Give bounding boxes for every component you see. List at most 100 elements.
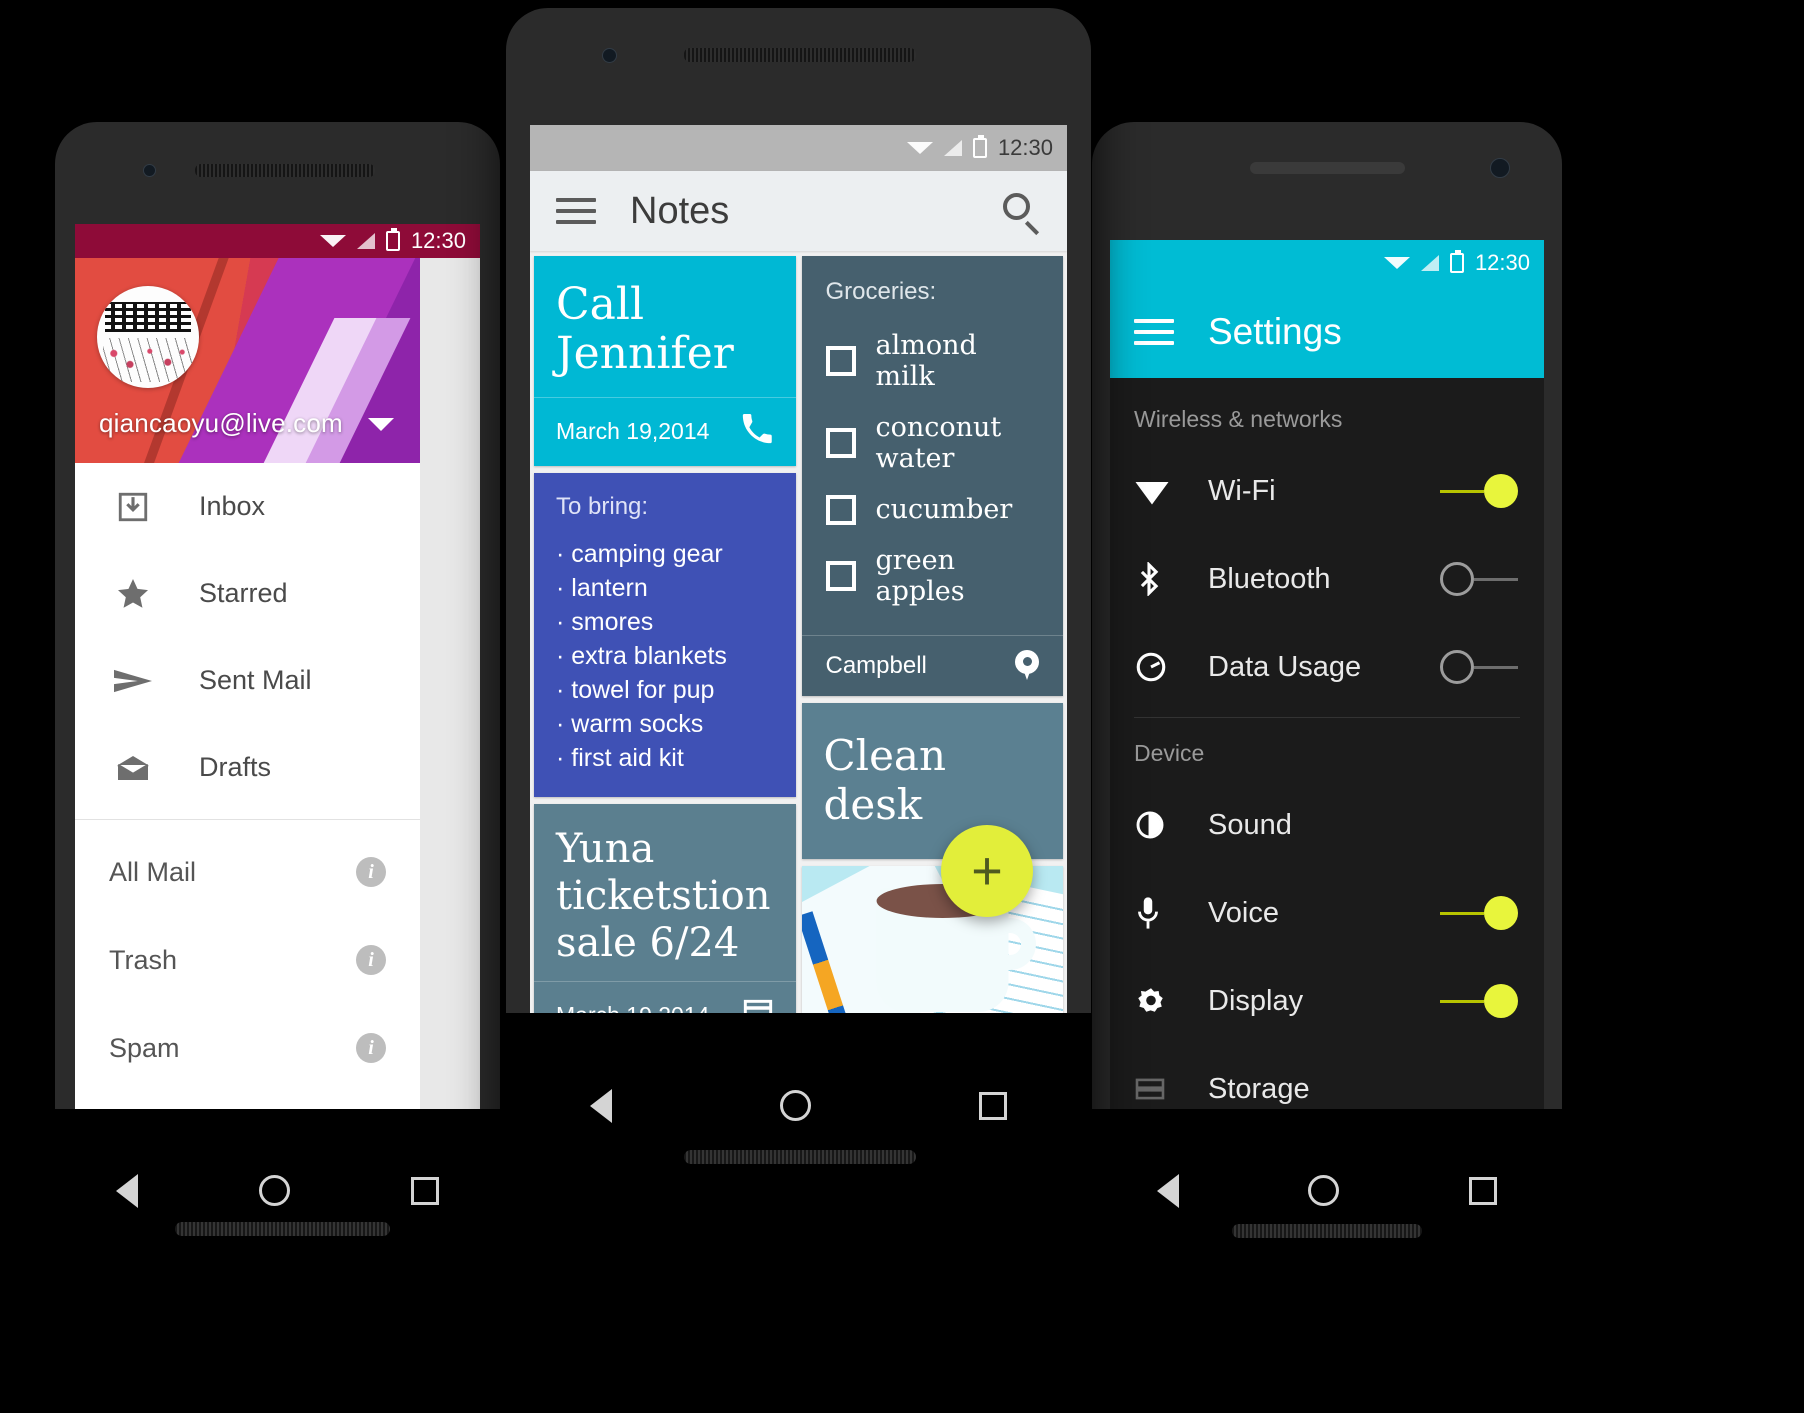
- gmail-drawer: qiancaoyu@live.com Inbox Starred Sent Ma…: [75, 258, 420, 1109]
- list-item-label: almond milk: [875, 330, 977, 392]
- toggle-display[interactable]: [1440, 984, 1518, 1018]
- list-item: · warm socks: [556, 709, 704, 738]
- place-pin-icon[interactable]: [1015, 650, 1039, 682]
- recents-icon[interactable]: [411, 1176, 440, 1205]
- info-icon[interactable]: i: [356, 945, 386, 975]
- search-icon[interactable]: [1001, 191, 1041, 236]
- front-camera: [602, 48, 617, 63]
- wifi-icon: [319, 235, 346, 247]
- toggle-bluetooth[interactable]: [1440, 562, 1518, 596]
- home-icon[interactable]: [1308, 1175, 1340, 1206]
- note-footer: March 19,2014: [534, 396, 796, 466]
- note-card-clean-desk[interactable]: Clean desk: [801, 703, 1063, 859]
- note-heading: To bring:: [556, 492, 649, 520]
- toggle-voice[interactable]: [1440, 896, 1518, 930]
- settings-row-label: Display: [1208, 984, 1304, 1017]
- inbox-icon: [109, 490, 157, 524]
- note-title: Call Jennifer: [556, 279, 734, 380]
- bezel-top: [506, 8, 1091, 108]
- drawer-primary-list: Inbox Starred Sent Mail Drafts All Mail …: [75, 463, 420, 1109]
- screen-settings: 12:30 Settings Wireless & networks Wi-Fi: [1110, 240, 1544, 1125]
- section-header-device: Device: [1134, 740, 1205, 766]
- settings-row-voice[interactable]: Voice: [1110, 869, 1544, 957]
- sidebar-item-spam[interactable]: Spam i: [75, 1004, 420, 1092]
- screen-gmail: 12:30 qiancaoyu@live.com Inbox Starred S…: [75, 224, 480, 1109]
- home-icon[interactable]: [258, 1175, 290, 1206]
- note-card-call[interactable]: Call Jennifer March 19,2014: [534, 256, 796, 466]
- toggle-data-usage[interactable]: [1440, 650, 1518, 684]
- sidebar-item-sent-mail[interactable]: Sent Mail: [75, 637, 420, 724]
- toggle-wifi[interactable]: [1440, 474, 1518, 508]
- settings-row-label: Sound: [1208, 808, 1292, 841]
- list-item[interactable]: green apples: [825, 535, 1040, 617]
- back-icon[interactable]: [1156, 1173, 1179, 1208]
- recents-icon[interactable]: [979, 1091, 1007, 1120]
- bezel-top: [1092, 122, 1562, 222]
- add-note-fab[interactable]: +: [941, 825, 1033, 917]
- sidebar-item-follow-up[interactable]: Follow Up i: [75, 1092, 420, 1109]
- back-icon[interactable]: [590, 1088, 612, 1123]
- sidebar-item-trash[interactable]: Trash i: [75, 916, 420, 1004]
- list-item: · smores: [556, 607, 654, 636]
- status-bar-gmail: 12:30: [75, 224, 480, 258]
- sidebar-item-inbox[interactable]: Inbox: [75, 463, 420, 550]
- settings-row-label: Bluetooth: [1208, 562, 1331, 595]
- checkbox[interactable]: [825, 494, 856, 525]
- checkbox[interactable]: [825, 346, 856, 376]
- list-item-label: cucumber: [875, 494, 1013, 525]
- hamburger-icon[interactable]: [556, 191, 596, 231]
- front-camera: [143, 164, 156, 177]
- home-icon[interactable]: [780, 1090, 811, 1121]
- notes-column-left: Call Jennifer March 19,2014 To bring: · …: [534, 256, 796, 1013]
- sidebar-item-drafts[interactable]: Drafts: [75, 724, 420, 811]
- list-item[interactable]: conconut water: [825, 402, 1040, 484]
- list-item[interactable]: almond milk: [825, 320, 1040, 402]
- list-item[interactable]: cucumber: [825, 484, 1040, 535]
- battery-icon: [385, 228, 400, 251]
- sidebar-item-all-mail[interactable]: All Mail i: [75, 828, 420, 916]
- storage-icon: [1134, 1076, 1188, 1102]
- settings-row-display[interactable]: Display: [1110, 957, 1544, 1045]
- note-title: Yuna ticketstion sale 6/24: [556, 825, 771, 966]
- screen-notes: 12:30 Notes Call Jennifer March 19,2014: [530, 125, 1067, 1013]
- sidebar-item-starred[interactable]: Starred: [75, 550, 420, 637]
- settings-row-sound[interactable]: Sound: [1110, 781, 1544, 869]
- note-card-yuna[interactable]: Yuna ticketstion sale 6/24 March 19,2014: [534, 803, 796, 1013]
- chevron-down-icon[interactable]: [368, 418, 394, 431]
- battery-icon: [972, 135, 987, 158]
- note-card-to-bring[interactable]: To bring: · camping gear · lantern · smo…: [534, 472, 796, 797]
- hamburger-icon[interactable]: [1134, 312, 1174, 352]
- calendar-icon[interactable]: [742, 996, 774, 1013]
- phone-device-notes: 12:30 Notes Call Jennifer March 19,2014: [506, 8, 1091, 1198]
- checkbox[interactable]: [825, 561, 856, 591]
- info-icon[interactable]: i: [356, 857, 386, 887]
- note-list: · camping gear · lantern · smores · extr…: [556, 537, 774, 775]
- settings-list: Wireless & networks Wi-Fi Bluetooth Data…: [1110, 378, 1544, 1125]
- note-card-groceries[interactable]: Groceries: almond milk conconut water cu…: [801, 256, 1063, 696]
- settings-row-label: Storage: [1208, 1072, 1310, 1105]
- back-icon[interactable]: [115, 1173, 138, 1208]
- settings-row-data-usage[interactable]: Data Usage: [1110, 623, 1544, 711]
- front-camera: [1490, 158, 1510, 178]
- recents-icon[interactable]: [1469, 1176, 1498, 1205]
- phone-icon[interactable]: [740, 412, 774, 452]
- list-item: · extra blankets: [556, 641, 727, 670]
- checkbox[interactable]: [825, 428, 856, 458]
- settings-row-bluetooth[interactable]: Bluetooth: [1110, 535, 1544, 623]
- send-icon: [109, 666, 157, 696]
- settings-row-wifi[interactable]: Wi-Fi: [1110, 447, 1544, 535]
- account-email: qiancaoyu@live.com: [99, 408, 343, 438]
- earpiece-speaker: [684, 48, 916, 62]
- star-icon: [109, 576, 157, 612]
- drawer-account-header[interactable]: qiancaoyu@live.com: [75, 258, 420, 463]
- wifi-icon: [1134, 476, 1188, 506]
- bezel-top: [55, 122, 500, 222]
- earpiece-speaker: [1250, 162, 1405, 174]
- avatar[interactable]: [97, 286, 199, 388]
- info-icon[interactable]: i: [356, 1033, 386, 1063]
- wifi-icon: [1383, 257, 1410, 269]
- sidebar-item-label: Inbox: [199, 491, 266, 521]
- signal-icon: [356, 233, 375, 249]
- phone-device-settings: 12:30 Settings Wireless & networks Wi-Fi: [1092, 122, 1562, 1272]
- section-header-wireless: Wireless & networks: [1134, 406, 1343, 432]
